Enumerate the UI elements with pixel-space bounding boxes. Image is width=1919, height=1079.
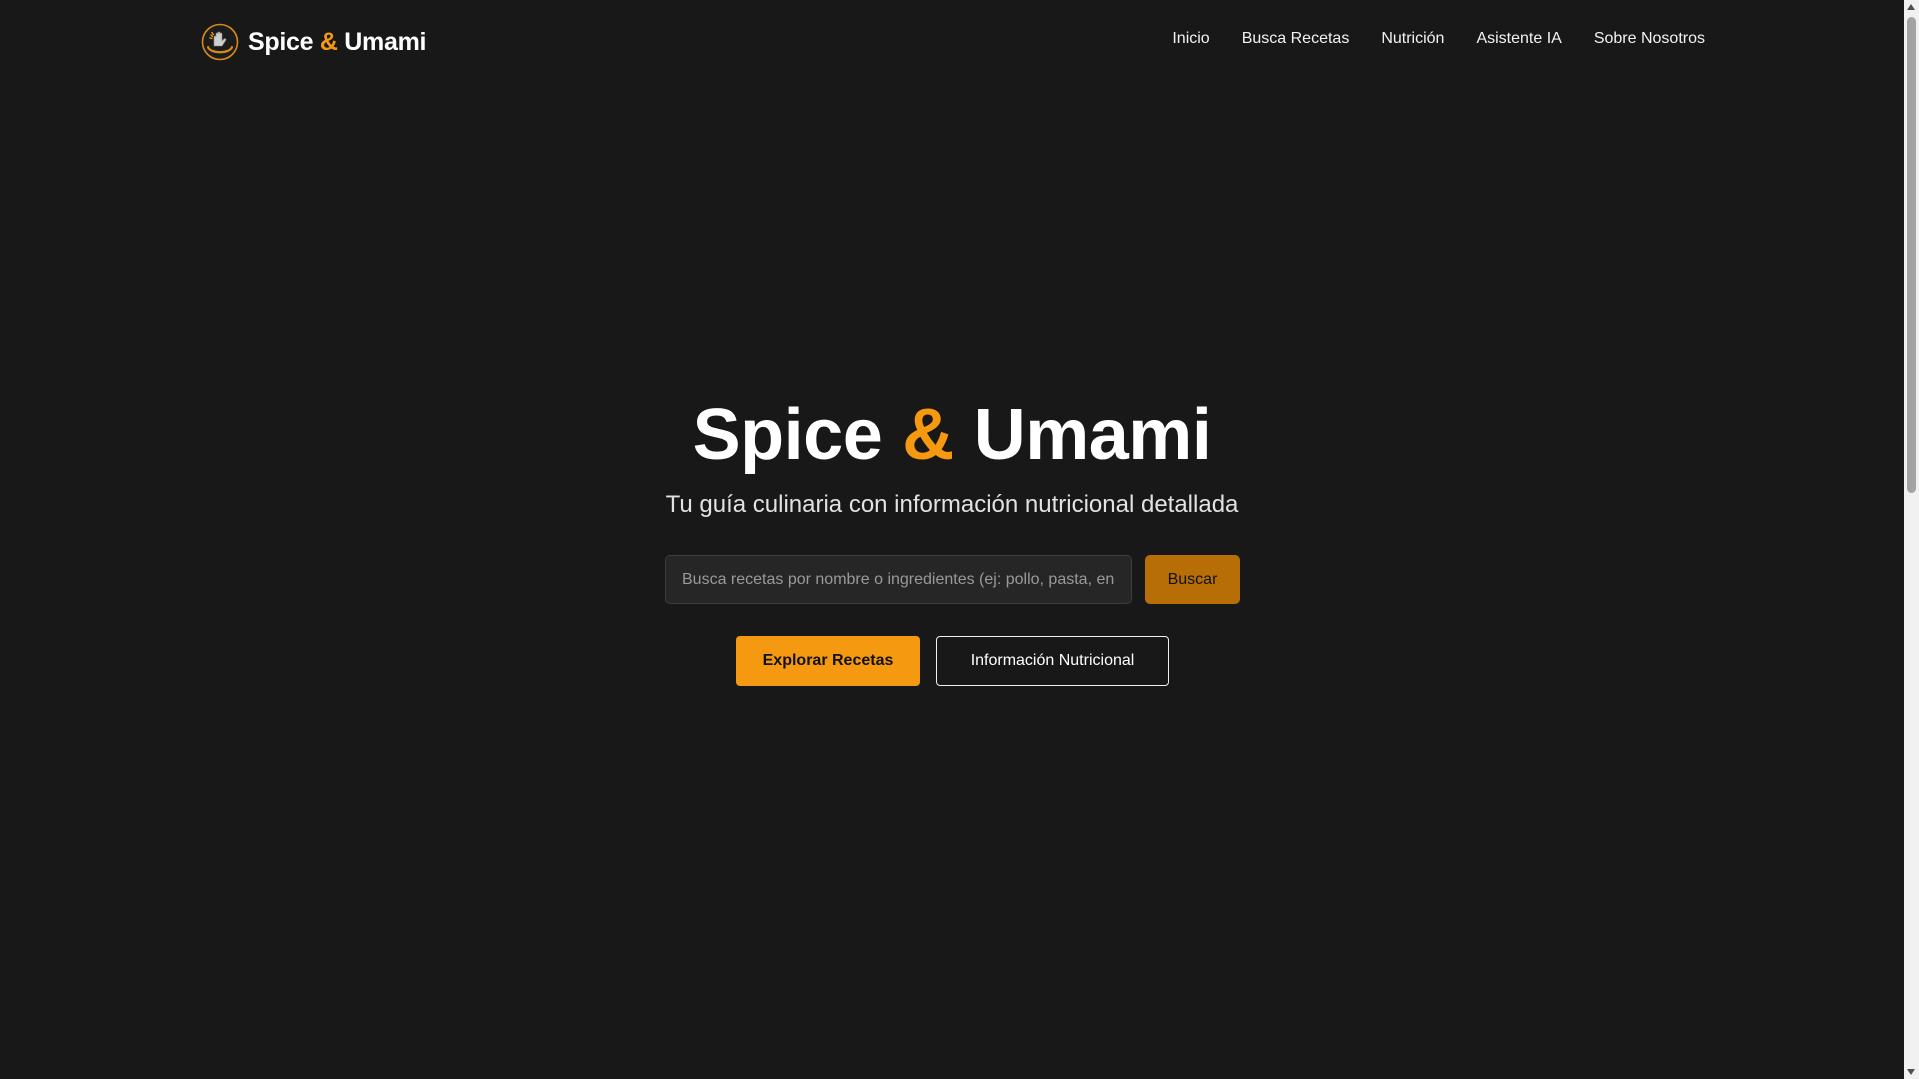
page-scrollbar[interactable]: [1904, 0, 1919, 1079]
search-button[interactable]: Buscar: [1145, 555, 1240, 604]
page: Spice & Umami Inicio Busca Recetas Nutri…: [0, 0, 1919, 1079]
scroll-up-arrow-icon[interactable]: [1907, 4, 1915, 10]
hero-title: Spice & Umami: [0, 392, 1904, 478]
hero-title-part2: Umami: [973, 395, 1212, 475]
explore-recipes-button[interactable]: Explorar Recetas: [736, 636, 920, 686]
recipe-search-form: Busca r: [665, 555, 1240, 604]
hero-cta-group: Explorar Recetas Información Nutricional: [736, 636, 1169, 686]
nutrition-info-button[interactable]: Información Nutricional: [936, 636, 1169, 686]
hero-section: Spice & Umami Tu guía culinaria con inform…: [0, 0, 1904, 1079]
hero-title-ampersand: &: [902, 395, 954, 475]
recipe-search-input[interactable]: [665, 555, 1132, 604]
scroll-down-arrow-icon[interactable]: [1907, 1069, 1915, 1075]
hero-title-part1: Spice: [692, 395, 883, 475]
hero-subtitle: Tu guía culinaria con información nutric…: [665, 491, 1239, 518]
viewport: Spice & Umami Inicio Busca Recetas Nutri…: [0, 0, 1904, 1079]
scrollbar-thumb[interactable]: [1907, 17, 1916, 493]
